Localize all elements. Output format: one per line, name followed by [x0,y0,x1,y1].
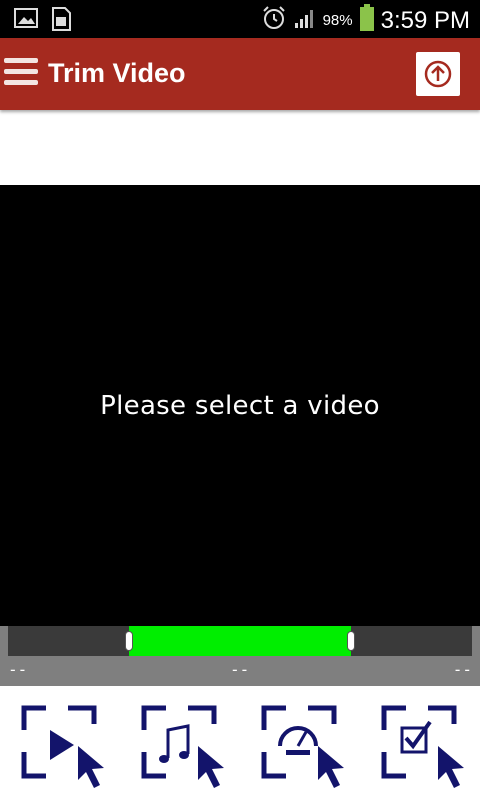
gallery-icon [14,7,38,36]
sd-card-icon [50,7,72,36]
upload-button[interactable] [416,52,460,96]
speed-button[interactable] [258,702,354,798]
select-video-icon [21,705,104,788]
page-title: Trim Video [48,58,186,88]
trim-track[interactable] [8,626,472,656]
app-bar: Trim Video [0,38,480,110]
status-bar: 98% 3:59 PM [0,0,480,38]
menu-icon[interactable] [4,58,38,88]
video-preview[interactable]: Please select a video [0,185,480,626]
select-audio-icon [141,705,224,788]
battery-icon [359,4,375,37]
select-video-button[interactable] [18,702,114,798]
speed-icon [261,705,344,788]
confirm-selection-icon [381,705,464,788]
alarm-icon [261,5,287,36]
trim-start-handle[interactable] [124,631,133,651]
trim-panel: -- -- -- [0,626,480,686]
status-time: 3:59 PM [380,6,470,34]
confirm-selection-button[interactable] [378,702,474,798]
upload-icon [424,60,452,88]
battery-percent: 98% [322,12,353,29]
select-audio-button[interactable] [138,702,234,798]
video-placeholder-text: Please select a video [100,390,380,421]
trim-end-time: -- [452,660,472,679]
trim-start-time: -- [8,660,28,679]
trim-selection[interactable] [128,626,352,656]
signal-icon [293,7,317,34]
trim-end-handle[interactable] [347,631,356,651]
bottom-toolbar [0,686,480,800]
trim-middle-time: -- [230,660,250,679]
